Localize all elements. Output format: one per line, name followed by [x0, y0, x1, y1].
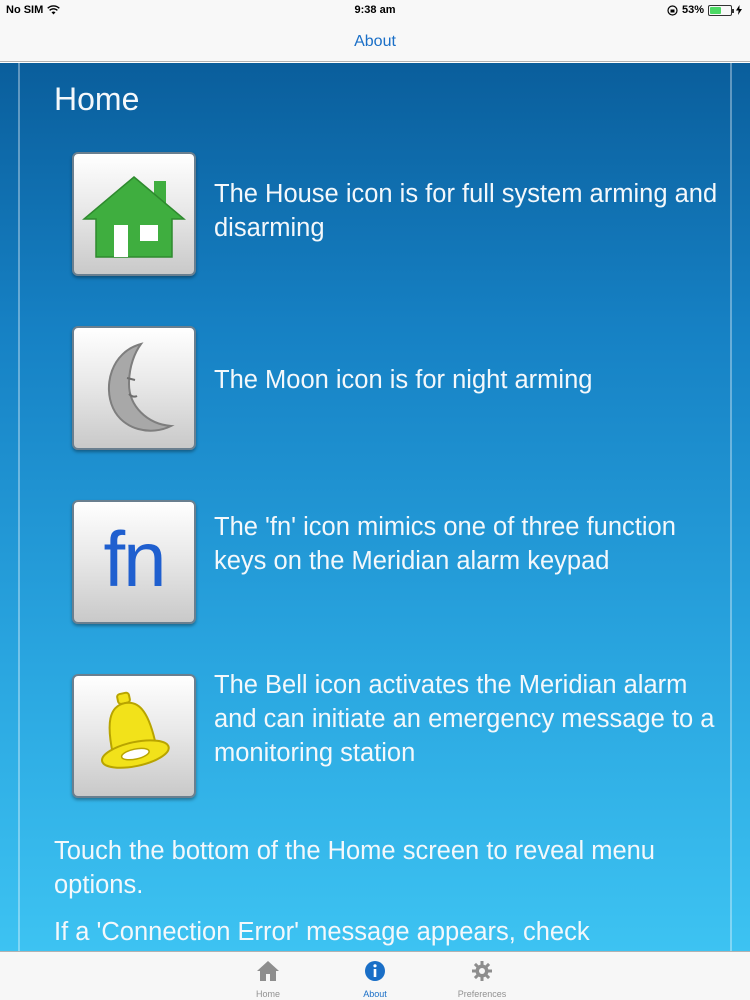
- moon-description: The Moon icon is for night arming: [214, 366, 593, 394]
- battery-fill: [710, 6, 721, 14]
- battery-icon: [708, 4, 734, 16]
- fn-icon: fn: [103, 515, 166, 603]
- info-icon: [365, 961, 385, 981]
- charging-icon: [736, 5, 742, 15]
- house-row: The House icon is for full system arming…: [72, 152, 717, 276]
- tab-home[interactable]: Home: [218, 952, 318, 1000]
- moon-icon: [107, 342, 175, 432]
- status-time: 9:38 am: [354, 4, 396, 16]
- house-icon: [82, 176, 186, 258]
- about-content[interactable]: Home The House icon is for full system a…: [0, 63, 750, 951]
- menu-hint-paragraph: Touch the bottom of the Home screen to r…: [54, 837, 655, 899]
- content-border-right: [730, 63, 732, 951]
- gear-icon: [472, 961, 492, 981]
- tab-about-label: About: [363, 989, 387, 999]
- moon-row: The Moon icon is for night arming: [72, 326, 712, 450]
- tab-about[interactable]: About: [325, 952, 425, 1000]
- battery-percent: 53%: [681, 4, 704, 16]
- fn-row: fn The 'fn' icon mimics one of three fun…: [72, 500, 712, 624]
- house-icon-tile: [72, 152, 196, 276]
- page-heading: Home: [54, 81, 140, 117]
- content-border-left: [18, 63, 20, 951]
- tab-preferences-label: Preferences: [457, 989, 507, 999]
- fn-description: The 'fn' icon mimics one of three functi…: [214, 513, 676, 575]
- fn-icon-tile: fn: [72, 500, 196, 624]
- tab-bar: Home About Preferences: [0, 951, 750, 1000]
- bell-icon-tile: [72, 674, 196, 798]
- status-bar: No SIM 9:38 am 53%: [0, 0, 750, 22]
- moon-icon-tile: [72, 326, 196, 450]
- bell-icon: [101, 691, 170, 769]
- home-icon: [257, 961, 279, 981]
- tab-home-label: Home: [255, 989, 280, 999]
- bell-row: The Bell icon activates the Meridian ala…: [72, 671, 714, 798]
- rotation-lock-icon: [667, 4, 678, 16]
- navigation-bar: About: [0, 22, 750, 62]
- status-right: 53%: [667, 4, 742, 16]
- house-description: The House icon is for full system arming…: [214, 180, 718, 242]
- bell-description: The Bell icon activates the Meridian ala…: [214, 671, 715, 767]
- connection-error-paragraph: If a 'Connection Error' message appears,…: [54, 918, 590, 946]
- tab-preferences[interactable]: Preferences: [432, 952, 532, 1000]
- nav-title: About: [354, 33, 396, 50]
